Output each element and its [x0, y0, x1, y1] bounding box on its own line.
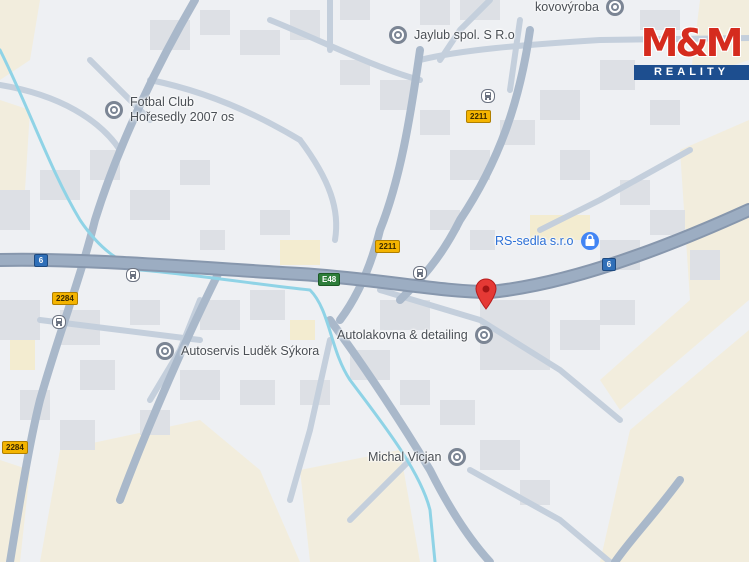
road-shield-2211: 2211 [466, 110, 492, 123]
place-pin-icon [389, 26, 407, 44]
poi-jaylub[interactable]: Jaylub spol. S R.o [388, 25, 515, 45]
shopping-bag-icon [580, 232, 599, 250]
place-pin-icon [105, 101, 123, 119]
poi-label: Jaylub spol. S R.o [414, 27, 515, 42]
poi-michal-vicjan[interactable]: Michal Vicjan [368, 447, 467, 467]
place-pin-icon [474, 326, 493, 344]
poi-rs-sedla[interactable]: RS-sedla s.r.o [495, 231, 600, 251]
road-shield-6: 6 [602, 258, 616, 271]
road-shield-2284: 2284 [2, 441, 28, 454]
mm-reality-logo: M&M REALITY [632, 22, 749, 82]
poi-fotbal-club[interactable]: Fotbal Club Hořesedly 2007 os [104, 95, 234, 125]
poi-autolakovna[interactable]: Autolakovna & detailing [337, 325, 494, 345]
location-pin-icon[interactable] [475, 278, 497, 310]
map-base-layer [0, 0, 749, 562]
place-pin-icon [605, 0, 624, 16]
bus-stop-icon[interactable] [52, 315, 66, 329]
poi-label: Fotbal Club [130, 95, 194, 109]
map-view[interactable]: 2211 2211 2284 2284 6 6 E48 Jaylub spol.… [0, 0, 749, 562]
poi-label: Hořesedly 2007 os [130, 110, 235, 124]
poi-label: kovovýroba [535, 0, 599, 14]
poi-kovovyroba[interactable]: kovovýroba [535, 0, 625, 17]
poi-label: RS-sedla s.r.o [495, 233, 574, 248]
place-pin-icon [156, 342, 174, 360]
road-shield-6: 6 [34, 254, 48, 267]
poi-label: Michal Vicjan [368, 449, 442, 464]
road-shield-2211: 2211 [375, 240, 401, 253]
poi-label: Autoservis Luděk Sýkora [181, 343, 320, 358]
logo-sub: REALITY [634, 65, 749, 80]
road-shield-2284: 2284 [52, 292, 78, 305]
road-shield-e48: E48 [318, 273, 341, 286]
poi-label: Autolakovna & detailing [337, 327, 468, 342]
bus-stop-icon[interactable] [481, 89, 495, 103]
logo-brand: M&M [640, 21, 744, 65]
bus-stop-icon[interactable] [126, 268, 140, 282]
bus-stop-icon[interactable] [413, 266, 427, 280]
place-pin-icon [448, 448, 467, 466]
poi-autoservis[interactable]: Autoservis Luděk Sýkora [155, 341, 319, 361]
